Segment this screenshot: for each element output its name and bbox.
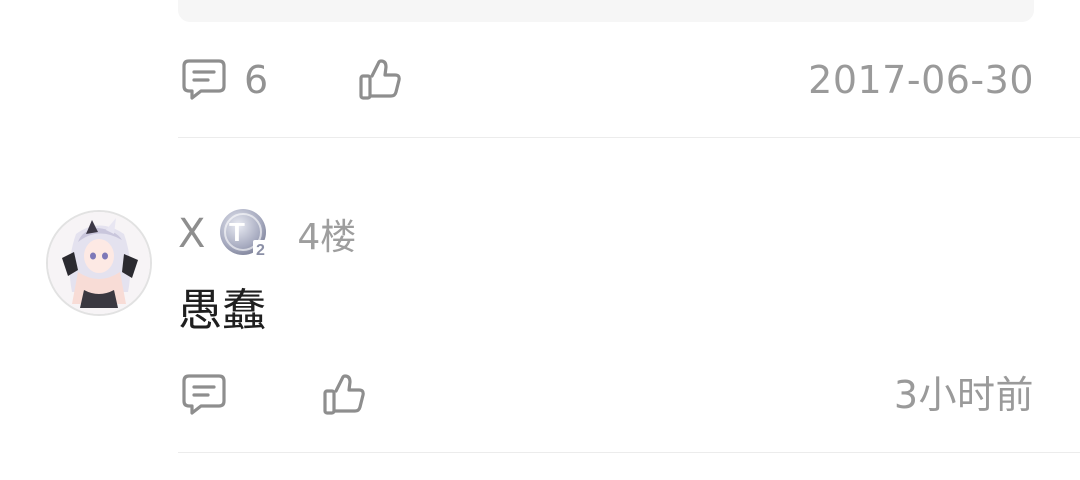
comment-icon[interactable]	[180, 50, 228, 110]
comment-icon[interactable]	[180, 365, 228, 425]
reply-header: X T 2 4楼	[178, 205, 356, 263]
thumbs-up-icon[interactable]	[320, 365, 368, 425]
reply-actions: 3小时前	[178, 365, 1034, 425]
divider	[178, 137, 1080, 138]
floor-number: 4楼	[297, 217, 357, 258]
reply-time: 3小时前	[893, 373, 1034, 417]
level-badge-icon: T 2	[220, 209, 269, 259]
badge-letter: T	[229, 217, 245, 247]
username[interactable]: X	[178, 211, 205, 257]
user-avatar[interactable]	[46, 210, 152, 316]
previous-post-actions: 6 2017-06-30	[178, 50, 1034, 110]
quoted-content-box	[178, 0, 1034, 22]
comment-text: 愚蠢	[178, 285, 266, 336]
reply-count: 6	[244, 58, 269, 102]
divider	[178, 452, 1080, 453]
thumbs-up-icon[interactable]	[356, 50, 404, 110]
svg-text:2: 2	[256, 242, 265, 259]
post-date: 2017-06-30	[808, 58, 1034, 102]
